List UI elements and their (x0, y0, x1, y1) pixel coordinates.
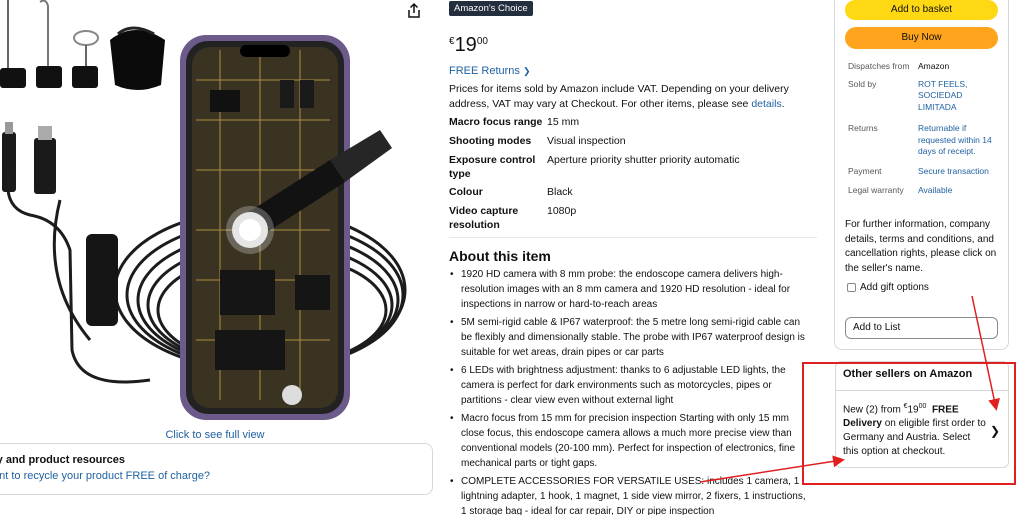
vat-period: . (781, 98, 785, 110)
about-title: About this item (449, 248, 551, 264)
amazons-choice-badge: Amazon's Choice (449, 1, 533, 16)
list-item: Macro focus from 15 mm for precision ins… (449, 411, 811, 471)
info-key: Legal warranty (848, 185, 904, 195)
seller-name-link[interactable]: ROT FEELS, SOCIEDAD LIMITADA (918, 79, 1003, 114)
add-to-list-button[interactable]: Add to List (845, 317, 998, 339)
free-returns-label: FREE Returns (449, 65, 520, 77)
spec-row: Macro focus range 15 mm (449, 115, 809, 134)
about-list: 1920 HD camera with 8 mm probe: the endo… (449, 267, 811, 515)
vat-notice: Prices for items sold by Amazon include … (449, 82, 789, 112)
list-item: COMPLETE ACCESSORIES FOR VERSATILE USES:… (449, 474, 811, 515)
info-row: Sold by ROT FEELS, SOCIEDAD LIMITADA (848, 79, 1003, 114)
info-row: Returns Returnable if requested within 1… (848, 123, 1003, 158)
seller-info: Dispatches from Amazon Sold by ROT FEELS… (848, 61, 1003, 197)
info-key: Dispatches from (848, 61, 910, 71)
spec-key: Macro focus range (449, 116, 543, 128)
chevron-down-icon: ❯ (522, 66, 531, 76)
warranty-link[interactable]: Available (918, 185, 1003, 197)
recycle-product-link[interactable]: ant to recycle your product FREE of char… (0, 470, 432, 482)
safety-resources-box: ty and product resources ant to recycle … (0, 443, 433, 495)
gift-options-label: Add gift options (860, 282, 929, 293)
vat-text: Prices for items sold by Amazon include … (449, 83, 789, 110)
section-divider (449, 237, 817, 238)
spec-value: Visual inspection (547, 135, 626, 147)
further-info-text: For further information, company details… (845, 219, 997, 274)
safety-resources-title: ty and product resources (0, 454, 126, 466)
price-currency: € (449, 36, 455, 47)
spec-value: 1080p (547, 205, 577, 217)
spec-row: Video capture resolution 1080p (449, 204, 809, 232)
see-full-view-link[interactable]: Click to see full view (140, 429, 290, 441)
list-item: 6 LEDs with brightness adjustment: thank… (449, 363, 811, 408)
spec-row: Shooting modes Visual inspection (449, 134, 809, 153)
image-gallery: Click to see full view ty and product re… (0, 0, 440, 515)
info-key: Returns (848, 123, 878, 133)
price-fraction: 00 (476, 36, 488, 47)
list-item: 1920 HD camera with 8 mm probe: the endo… (449, 267, 811, 312)
spec-row: Exposure control type Aperture priority … (449, 153, 809, 185)
buy-now-button[interactable]: Buy Now (845, 27, 998, 49)
spec-value: 15 mm (547, 116, 580, 128)
vat-details-link[interactable]: details (751, 98, 781, 110)
spec-row: Colour Black (449, 185, 809, 204)
gift-options[interactable]: Add gift options (847, 282, 929, 293)
spec-key: Exposure control type (449, 154, 536, 180)
payment-link[interactable]: Secure transaction (918, 166, 1003, 178)
spec-key: Video capture resolution (449, 205, 519, 231)
price: €1900 (449, 34, 488, 57)
add-to-basket-button[interactable]: Add to basket (845, 0, 998, 20)
product-main-image[interactable] (0, 20, 415, 420)
share-icon[interactable] (405, 2, 423, 20)
price-whole: 19 (454, 34, 477, 56)
info-row: Payment Secure transaction (848, 166, 1003, 178)
spec-key: Shooting modes (449, 135, 532, 147)
free-returns-link[interactable]: FREE Returns ❯ (449, 65, 531, 77)
info-row: Legal warranty Available (848, 185, 1003, 197)
annotation-highlight-box (802, 362, 1016, 485)
spec-key: Colour (449, 186, 483, 198)
spec-value: Black (547, 186, 573, 198)
returns-policy-link[interactable]: Returnable if requested within 14 days o… (918, 123, 1003, 158)
info-value: Amazon (918, 61, 950, 71)
info-key: Sold by (848, 78, 877, 89)
specs-table: Macro focus range 15 mm Shooting modes V… (449, 115, 809, 232)
gift-options-checkbox[interactable] (847, 283, 856, 292)
info-row: Dispatches from Amazon (848, 61, 1003, 73)
list-item: 5M semi-rigid cable & IP67 waterproof: t… (449, 315, 811, 360)
info-key: Payment (848, 165, 882, 176)
spec-value: Aperture priority shutter priority autom… (547, 154, 740, 166)
